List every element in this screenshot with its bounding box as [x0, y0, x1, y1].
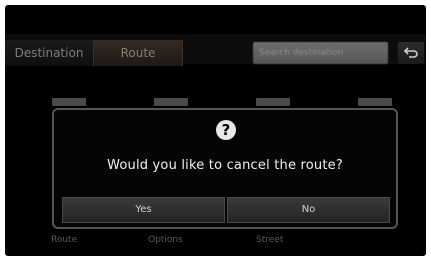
question-icon: ?	[216, 120, 236, 140]
tab-route[interactable]: Route	[93, 40, 183, 66]
dialog-message: Would you like to cancel the route?	[107, 158, 343, 173]
screen-frame: Destination Route Search destination Rou…	[5, 5, 426, 256]
menu-button-street[interactable]	[256, 98, 290, 106]
menu-label-options: Options	[148, 235, 183, 245]
menu-button-options[interactable]	[154, 98, 188, 106]
no-button[interactable]: No	[227, 197, 390, 223]
menu-label-street: Street	[256, 235, 284, 245]
cancel-route-dialog: ? Would you like to cancel the route? Ye…	[52, 108, 398, 229]
menu-button-route[interactable]	[52, 98, 86, 106]
search-input[interactable]: Search destination	[253, 42, 388, 64]
menu-button-more[interactable]	[358, 98, 392, 106]
menu-label-route: Route	[51, 235, 78, 245]
tab-destination[interactable]: Destination	[5, 40, 94, 66]
back-button[interactable]	[398, 42, 424, 64]
yes-button[interactable]: Yes	[62, 197, 225, 223]
back-arrow-icon	[403, 47, 418, 58]
